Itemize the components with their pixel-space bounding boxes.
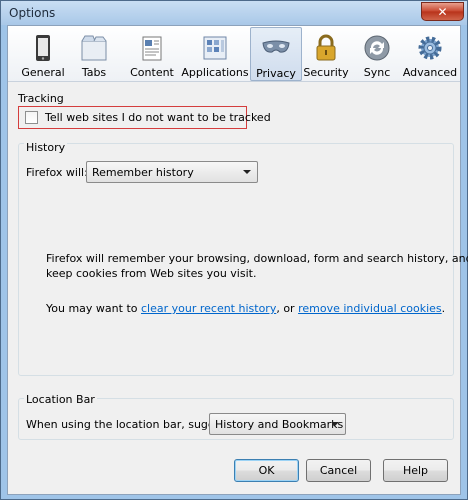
tab-applications[interactable]: Applications bbox=[181, 30, 249, 80]
tab-label: Content bbox=[130, 66, 174, 79]
tab-content[interactable]: Content bbox=[124, 30, 180, 80]
tab-advanced[interactable]: Advanced bbox=[402, 30, 458, 80]
help-button-label: Help bbox=[402, 464, 429, 477]
tab-tabs[interactable]: Tabs bbox=[72, 30, 116, 80]
history-links-line: You may want to clear your recent histor… bbox=[46, 302, 445, 315]
history-legend: History bbox=[24, 141, 68, 154]
window-title: Options bbox=[9, 6, 56, 20]
do-not-track-checkbox[interactable] bbox=[25, 111, 38, 124]
tab-label: Privacy bbox=[256, 67, 296, 80]
history-mode-select[interactable]: Remember history bbox=[86, 161, 258, 183]
tab-label: Tabs bbox=[81, 66, 107, 79]
history-description-line2: keep cookies from Web sites you visit. bbox=[46, 267, 257, 280]
clear-history-link[interactable]: clear your recent history bbox=[141, 302, 276, 315]
suggest-select[interactable]: History and Bookmarks bbox=[209, 413, 346, 435]
tab-label: Advanced bbox=[402, 66, 458, 79]
close-icon: ✕ bbox=[437, 4, 448, 19]
firefox-will-label: Firefox will: bbox=[26, 166, 88, 179]
suggest-value: History and Bookmarks bbox=[215, 418, 344, 431]
cancel-button-label: Cancel bbox=[319, 464, 358, 477]
tab-security[interactable]: Security bbox=[303, 30, 349, 80]
dialog-body: General Tabs Content Applications Privac… bbox=[7, 25, 468, 495]
tab-label: General bbox=[21, 66, 65, 79]
title-bar[interactable]: Options ✕ bbox=[1, 1, 467, 25]
sync-icon bbox=[364, 35, 390, 61]
location-bar-legend: Location Bar bbox=[24, 393, 97, 406]
may-want-text: You may want to bbox=[46, 302, 138, 315]
tab-label: Sync bbox=[363, 66, 391, 79]
history-description-line1: Firefox will remember your browsing, dow… bbox=[46, 252, 468, 265]
close-button[interactable]: ✕ bbox=[421, 2, 464, 21]
pane-toolbar: General Tabs Content Applications Privac… bbox=[8, 26, 460, 82]
tab-label: Applications bbox=[181, 66, 249, 79]
do-not-track-label[interactable]: Tell web sites I do not want to be track… bbox=[45, 111, 271, 124]
ok-button-label: OK bbox=[258, 464, 275, 477]
tab-sync[interactable]: Sync bbox=[358, 30, 396, 80]
period-text: . bbox=[441, 302, 446, 315]
do-not-track-row[interactable]: Tell web sites I do not want to be track… bbox=[18, 106, 271, 129]
gear-icon bbox=[418, 36, 442, 60]
content-icon bbox=[142, 36, 162, 61]
chevron-down-icon bbox=[331, 422, 339, 426]
applications-icon bbox=[203, 36, 227, 60]
padlock-icon bbox=[316, 34, 336, 61]
tab-label: Security bbox=[303, 66, 349, 79]
remove-cookies-link[interactable]: remove individual cookies bbox=[298, 302, 442, 315]
cancel-button[interactable]: Cancel bbox=[306, 459, 371, 482]
help-button[interactable]: Help bbox=[383, 459, 448, 482]
or-text: , or bbox=[276, 302, 295, 315]
options-window: Options ✕ General Tabs Content Applicati… bbox=[0, 0, 468, 500]
ok-button[interactable]: OK bbox=[234, 459, 299, 482]
privacy-mask-icon bbox=[262, 40, 290, 53]
tracking-legend: Tracking bbox=[18, 92, 64, 105]
tabs-icon bbox=[81, 35, 107, 61]
tab-privacy[interactable]: Privacy bbox=[250, 27, 302, 81]
suggest-label: When using the location bar, suggest: bbox=[26, 418, 236, 431]
history-mode-value: Remember history bbox=[92, 166, 194, 179]
tab-general[interactable]: General bbox=[16, 30, 70, 80]
chevron-down-icon bbox=[243, 170, 251, 174]
general-icon bbox=[36, 35, 50, 61]
